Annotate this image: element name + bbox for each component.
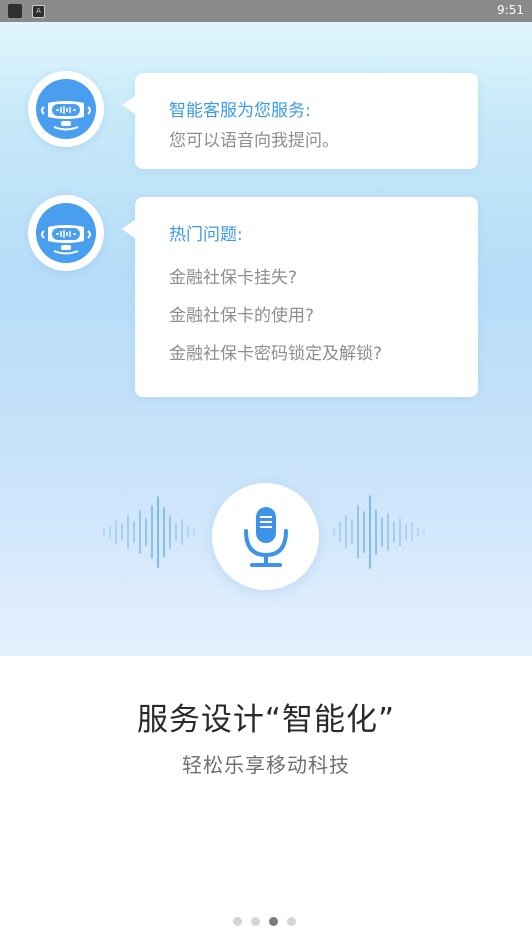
robot-avatar [28,71,104,147]
hot-question-item[interactable]: 金融社保卡挂失? [169,263,297,288]
hot-question-item[interactable]: 金融社保卡密码锁定及解锁? [169,339,382,364]
robot-icon [36,79,96,139]
greeting-text: 您可以语音向我提问。 [169,131,339,151]
hot-questions-title: 热门问题: [169,225,243,245]
robot-avatar [28,195,104,271]
greeting-title: 智能客服为您服务: [169,101,311,121]
page-dot-active[interactable] [269,917,278,926]
app-notification-icon [8,4,22,18]
sound-wave-right [333,495,425,569]
keyboard-notification-icon: A [32,5,45,18]
microphone-icon [244,507,288,567]
hot-question-item[interactable]: 金融社保卡的使用? [169,301,314,326]
status-bar: A 9:51 [0,0,532,22]
robot-icon [36,203,96,263]
feature-title: 服务设计“智能化” [136,702,396,738]
hero-illustration: 智能客服为您服务: 您可以语音向我提问。 热门问题: 金融社保卡挂失? 金融社保… [0,22,532,656]
feature-subtitle: 轻松乐享移动科技 [182,753,350,777]
chat-bubble-greeting: 智能客服为您服务: 您可以语音向我提问。 [122,73,478,169]
page-dot[interactable] [251,917,260,926]
chat-bubble-hot-questions: 热门问题: 金融社保卡挂失? 金融社保卡的使用? 金融社保卡密码锁定及解锁? [122,197,478,397]
status-time: 9:51 [497,3,524,17]
sound-wave-left [103,496,195,568]
page-dot[interactable] [287,917,296,926]
page-dot[interactable] [233,917,242,926]
voice-input-button[interactable] [212,483,319,590]
